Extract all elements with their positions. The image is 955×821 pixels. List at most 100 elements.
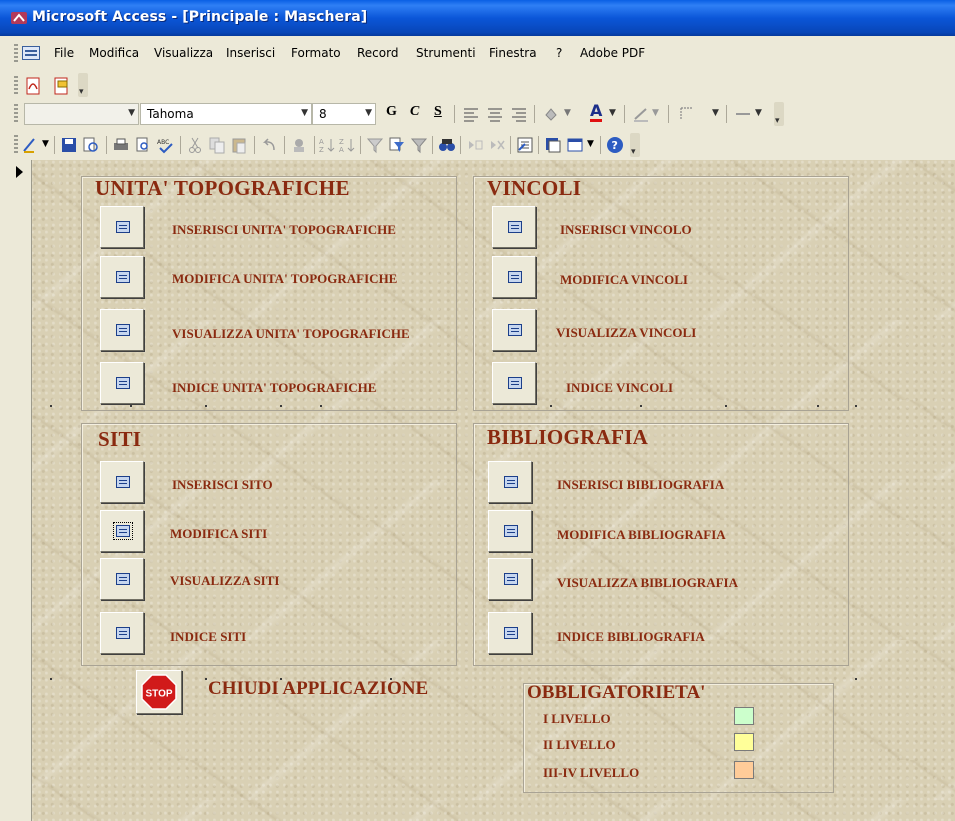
indice-bibliografia-button[interactable] bbox=[488, 612, 532, 654]
modifica-unita-label: MODIFICA UNITA' TOPOGRAFICHE bbox=[172, 271, 398, 286]
modifica-siti-button[interactable] bbox=[100, 510, 144, 552]
menu-visualizza[interactable]: Visualizza bbox=[154, 46, 213, 60]
filter-by-selection-icon[interactable] bbox=[366, 136, 384, 154]
visualizza-siti-button[interactable] bbox=[100, 558, 144, 600]
pdf-toolbar-options[interactable] bbox=[78, 73, 88, 97]
toolbar-separator bbox=[54, 136, 55, 154]
line-color-icon[interactable] bbox=[632, 105, 650, 123]
sort-ascending-icon[interactable]: AZ bbox=[318, 136, 336, 154]
new-object-icon[interactable] bbox=[566, 136, 584, 154]
grid-dot bbox=[280, 405, 282, 407]
visualizza-unita-label: VISUALIZZA UNITA' TOPOGRAFICHE bbox=[172, 326, 410, 341]
align-right-icon[interactable] bbox=[510, 105, 528, 123]
toolbar-separator bbox=[460, 136, 461, 154]
menu-finestra[interactable]: Finestra bbox=[489, 46, 537, 60]
visualizza-bibliografia-button[interactable] bbox=[488, 558, 532, 600]
menu-strumenti[interactable]: Strumenti bbox=[416, 46, 476, 60]
database-window-icon[interactable] bbox=[544, 136, 562, 154]
inserisci-vincolo-button[interactable] bbox=[492, 206, 536, 248]
font-name-combo[interactable]: Tahoma ▼ bbox=[140, 103, 312, 125]
spelling-icon[interactable]: ABC bbox=[156, 136, 174, 154]
record-selector[interactable] bbox=[10, 160, 32, 821]
find-icon[interactable] bbox=[438, 136, 456, 154]
svg-text:Z: Z bbox=[339, 138, 344, 146]
apply-filter-icon[interactable] bbox=[410, 136, 428, 154]
paste-icon[interactable] bbox=[230, 136, 248, 154]
chevron-down-icon[interactable]: ▼ bbox=[755, 108, 762, 118]
chevron-down-icon[interactable]: ▼ bbox=[652, 108, 659, 118]
menu-adobe-pdf[interactable]: Adobe PDF bbox=[580, 46, 645, 60]
inserisci-bibliografia-label: INSERISCI BIBLIOGRAFIA bbox=[557, 477, 725, 492]
formatting-toolbar-grip[interactable] bbox=[14, 104, 18, 124]
object-selector-combo[interactable]: ▼ bbox=[24, 103, 139, 125]
indice-siti-button[interactable] bbox=[100, 612, 144, 654]
menu-formato[interactable]: Formato bbox=[291, 46, 341, 60]
delete-record-icon[interactable] bbox=[488, 136, 506, 154]
form-view-toolbar-grip[interactable] bbox=[14, 135, 18, 155]
obbligatorieta-title: OBBLIGATORIETA' bbox=[527, 682, 706, 703]
indice-unita-button[interactable] bbox=[100, 362, 144, 404]
formatting-toolbar-options[interactable] bbox=[774, 102, 784, 126]
print-icon[interactable] bbox=[112, 136, 130, 154]
font-size-combo[interactable]: 8 ▼ bbox=[312, 103, 376, 125]
modifica-vincoli-button[interactable] bbox=[492, 256, 536, 298]
convert-to-pdf-icon[interactable] bbox=[24, 77, 42, 95]
menu-help[interactable]: ? bbox=[556, 46, 562, 60]
form-view-toolbar-options[interactable] bbox=[630, 133, 640, 157]
border-style-icon[interactable] bbox=[678, 105, 696, 123]
office-links-icon[interactable] bbox=[290, 136, 308, 154]
indice-unita-label: INDICE UNITA' TOPOGRAFICHE bbox=[172, 380, 377, 395]
new-record-icon[interactable] bbox=[466, 136, 484, 154]
font-color-button[interactable]: A bbox=[590, 102, 603, 122]
bold-button[interactable]: G bbox=[386, 104, 397, 120]
grid-dot bbox=[725, 405, 727, 407]
title-bar: Microsoft Access - [Principale : Mascher… bbox=[0, 0, 955, 36]
properties-icon[interactable] bbox=[516, 136, 534, 154]
modifica-unita-button[interactable] bbox=[100, 256, 144, 298]
search-file-icon[interactable] bbox=[82, 136, 100, 154]
inserisci-unita-button[interactable] bbox=[100, 206, 144, 248]
pdf-email-icon[interactable] bbox=[52, 77, 70, 95]
italic-button[interactable]: C bbox=[410, 104, 419, 120]
pdf-toolbar-grip[interactable] bbox=[14, 76, 18, 94]
inserisci-sito-button[interactable] bbox=[100, 461, 144, 503]
menu-record[interactable]: Record bbox=[357, 46, 398, 60]
fill-color-icon[interactable] bbox=[542, 105, 560, 123]
grid-dot bbox=[550, 405, 552, 407]
help-icon[interactable]: ? bbox=[606, 136, 624, 154]
inserisci-bibliografia-button[interactable] bbox=[488, 461, 532, 503]
cut-icon[interactable] bbox=[186, 136, 204, 154]
filter-by-form-icon[interactable] bbox=[388, 136, 406, 154]
align-center-icon[interactable] bbox=[486, 105, 504, 123]
visualizza-unita-button[interactable] bbox=[100, 309, 144, 351]
chevron-down-icon[interactable]: ▼ bbox=[587, 139, 594, 149]
chiudi-applicazione-label: CHIUDI APPLICAZIONE bbox=[208, 678, 429, 699]
indice-bibliografia-label: INDICE BIBLIOGRAFIA bbox=[557, 629, 705, 644]
modifica-bibliografia-button[interactable] bbox=[488, 510, 532, 552]
indice-vincoli-button[interactable] bbox=[492, 362, 536, 404]
underline-button[interactable]: S bbox=[434, 104, 442, 120]
print-preview-icon[interactable] bbox=[134, 136, 152, 154]
menu-inserisci[interactable]: Inserisci bbox=[226, 46, 275, 60]
chiudi-applicazione-button[interactable]: STOP bbox=[136, 670, 182, 714]
align-left-icon[interactable] bbox=[462, 105, 480, 123]
menubar-grip[interactable] bbox=[14, 44, 18, 62]
visualizza-vincoli-button[interactable] bbox=[492, 309, 536, 351]
chevron-down-icon[interactable]: ▼ bbox=[564, 108, 571, 118]
line-width-icon[interactable] bbox=[734, 105, 752, 123]
toolbar-separator bbox=[314, 136, 315, 154]
design-view-icon[interactable] bbox=[22, 136, 40, 154]
font-size-value: 8 bbox=[319, 107, 327, 121]
sort-descending-icon[interactable]: ZA bbox=[338, 136, 356, 154]
toolbar-separator bbox=[284, 136, 285, 154]
menu-file[interactable]: File bbox=[54, 46, 74, 60]
chevron-down-icon[interactable]: ▼ bbox=[712, 108, 719, 118]
save-icon[interactable] bbox=[60, 136, 78, 154]
livello-1-label: I LIVELLO bbox=[543, 711, 611, 726]
copy-icon[interactable] bbox=[208, 136, 226, 154]
menu-modifica[interactable]: Modifica bbox=[89, 46, 139, 60]
undo-icon[interactable] bbox=[260, 136, 278, 154]
chevron-down-icon[interactable]: ▼ bbox=[42, 139, 49, 149]
form-window-icon[interactable] bbox=[22, 46, 40, 60]
chevron-down-icon[interactable]: ▼ bbox=[609, 108, 616, 118]
